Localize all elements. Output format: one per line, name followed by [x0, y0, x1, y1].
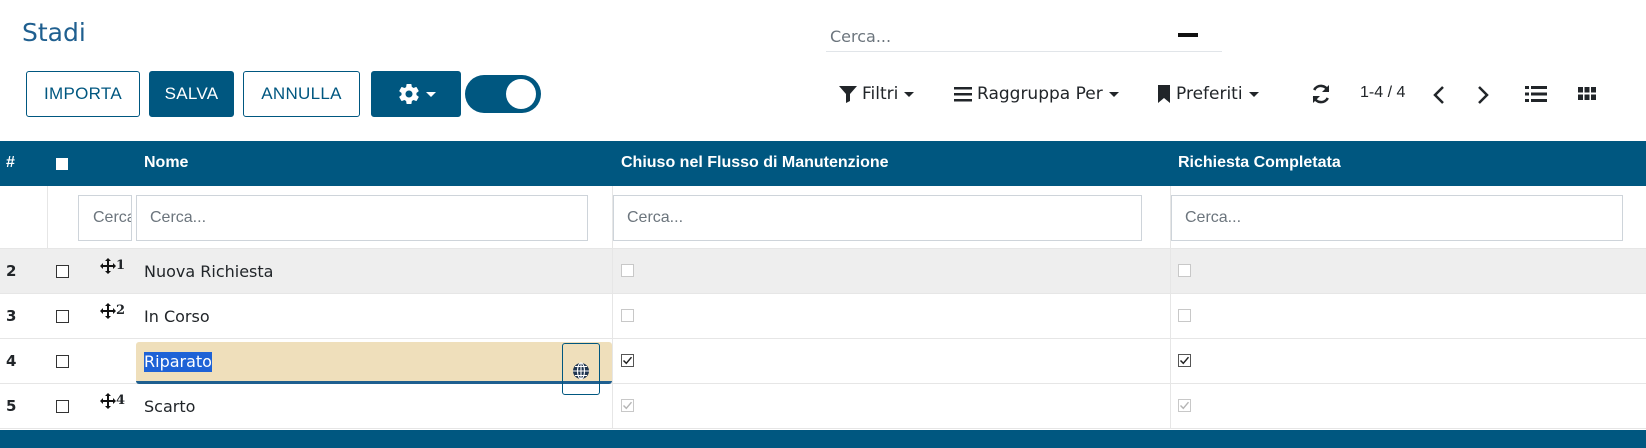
globe-icon — [573, 362, 589, 380]
kanban-view-icon[interactable] — [1578, 87, 1596, 101]
chevron-left-icon[interactable] — [1432, 85, 1446, 105]
column-divider — [47, 186, 48, 249]
column-divider — [612, 384, 613, 429]
row-select-checkbox[interactable] — [56, 265, 69, 278]
stage-name[interactable]: In Corso — [144, 307, 210, 326]
closed-checkbox — [621, 264, 634, 277]
table-footer — [0, 430, 1646, 448]
checkmark-icon — [623, 401, 633, 410]
chevron-down-icon — [1248, 91, 1259, 97]
table-row[interactable]: 2 1 Nuova Richiesta — [0, 249, 1646, 294]
checkmark-icon — [1180, 401, 1190, 410]
chevron-down-icon — [425, 91, 436, 97]
filters-label: Filtri — [862, 84, 899, 104]
chevron-down-icon — [1108, 91, 1119, 97]
sequence-filter-input[interactable] — [78, 195, 132, 241]
row-select-checkbox[interactable] — [56, 310, 69, 323]
column-divider — [612, 249, 613, 294]
name-edit-field[interactable]: Riparato — [136, 342, 612, 384]
sequence-number: 2 — [116, 303, 126, 318]
favorites-dropdown[interactable]: Preferiti — [1156, 80, 1259, 108]
gear-icon — [398, 84, 419, 105]
done-checkbox — [1178, 309, 1191, 322]
groupby-label: Raggruppa Per — [977, 84, 1103, 104]
favorites-label: Preferiti — [1176, 84, 1243, 104]
pager-value[interactable]: 1-4 / 4 — [1360, 84, 1405, 102]
list-bars-icon — [954, 87, 972, 102]
filter-icon — [839, 86, 857, 103]
column-divider — [612, 294, 613, 339]
table-row-editing[interactable]: 4 Riparato — [0, 339, 1646, 395]
done-checkbox — [1178, 399, 1191, 412]
import-button[interactable]: IMPORTA — [26, 71, 140, 117]
closed-checkbox — [621, 309, 634, 322]
refresh-icon[interactable] — [1310, 83, 1332, 105]
list-view-icon[interactable] — [1525, 85, 1547, 103]
page-title: Stadi — [22, 18, 86, 47]
stage-name[interactable]: Nuova Richiesta — [144, 262, 273, 281]
checkmark-icon — [1179, 356, 1190, 365]
row-number: 4 — [6, 352, 17, 370]
edit-mode-toggle[interactable] — [465, 75, 541, 113]
filter-row — [0, 186, 1646, 249]
checkmark-icon — [622, 356, 633, 365]
column-header-index: # — [6, 154, 15, 171]
stage-name[interactable]: Scarto — [144, 397, 195, 416]
row-number: 2 — [6, 262, 17, 280]
select-all-checkbox[interactable] — [56, 158, 68, 170]
move-arrows-icon — [100, 303, 116, 319]
done-filter-input[interactable] — [1171, 195, 1623, 241]
row-select-checkbox[interactable] — [56, 355, 69, 368]
save-button[interactable]: SALVA — [149, 71, 234, 117]
table-row[interactable]: 5 4 Scarto — [0, 384, 1646, 429]
name-filter-input[interactable] — [136, 195, 588, 241]
column-header-name[interactable]: Nome — [144, 154, 188, 172]
table-header: # Nome Chiuso nel Flusso di Manutenzione… — [0, 141, 1646, 186]
cancel-button[interactable]: ANNULLA — [243, 71, 360, 117]
column-divider — [1170, 384, 1171, 429]
column-header-closed[interactable]: Chiuso nel Flusso di Manutenzione — [621, 154, 889, 172]
closed-filter-input[interactable] — [613, 195, 1142, 241]
chevron-down-icon — [904, 91, 915, 97]
drag-handle[interactable]: 1 — [100, 258, 125, 274]
actions-dropdown-button[interactable] — [371, 71, 461, 117]
done-checkbox — [1178, 264, 1191, 277]
closed-checkbox — [621, 399, 634, 412]
drag-handle[interactable]: 4 — [100, 393, 125, 409]
toggle-knob — [506, 79, 536, 109]
search-bar — [826, 20, 1222, 52]
name-edit-value[interactable]: Riparato — [144, 352, 212, 372]
row-number: 5 — [6, 397, 17, 415]
move-arrows-icon — [100, 393, 116, 409]
drag-handle[interactable]: 2 — [100, 303, 125, 319]
closed-checkbox[interactable] — [621, 354, 634, 367]
chevron-right-icon[interactable] — [1476, 85, 1490, 105]
sequence-number: 4 — [116, 393, 126, 408]
row-select-checkbox[interactable] — [56, 400, 69, 413]
column-divider — [1170, 249, 1171, 294]
column-divider — [1170, 339, 1171, 384]
done-checkbox[interactable] — [1178, 354, 1191, 367]
clear-search-icon[interactable] — [1178, 33, 1198, 37]
move-arrows-icon — [100, 258, 116, 274]
filters-dropdown[interactable]: Filtri — [838, 80, 915, 108]
table-row[interactable]: 3 2 In Corso — [0, 294, 1646, 339]
column-divider — [1170, 294, 1171, 339]
row-number: 3 — [6, 307, 17, 325]
sequence-number: 1 — [116, 258, 126, 273]
groupby-dropdown[interactable]: Raggruppa Per — [953, 80, 1119, 108]
bookmark-icon — [1158, 85, 1170, 103]
column-header-done[interactable]: Richiesta Completata — [1178, 154, 1341, 172]
column-divider — [612, 339, 613, 384]
search-input[interactable] — [830, 24, 1160, 48]
